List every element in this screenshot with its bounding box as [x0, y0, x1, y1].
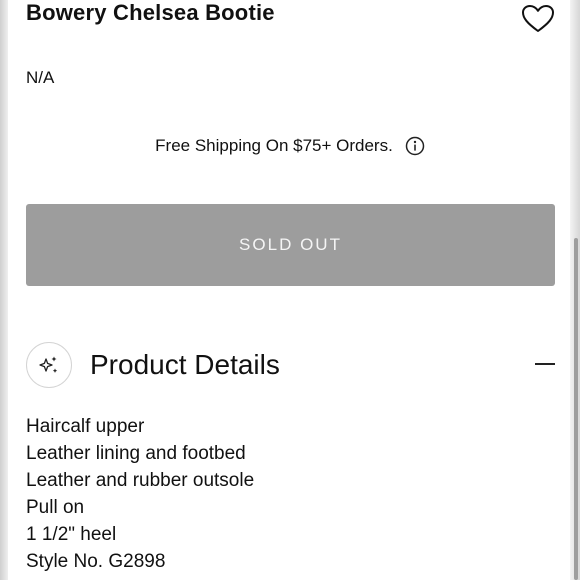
sold-out-button[interactable]: SOLD OUT [26, 204, 555, 286]
product-price: N/A [26, 68, 55, 87]
shipping-notice: Free Shipping On $75+ Orders. [0, 136, 580, 156]
product-title: Bowery Chelsea Bootie [26, 0, 275, 25]
list-item: 1 1/2" heel [26, 524, 117, 545]
product-page: Bowery Chelsea Bootie N/A Free Shipping … [0, 0, 580, 580]
details-icon-badge [26, 342, 72, 388]
details-list: Haircalf upper Leather lining and footbe… [26, 413, 254, 575]
left-edge-shadow [0, 0, 8, 580]
minus-icon[interactable] [535, 363, 555, 365]
info-icon[interactable] [405, 136, 425, 156]
shipping-text: Free Shipping On $75+ Orders. [155, 136, 393, 155]
list-item: Leather lining and footbed [26, 443, 246, 464]
scrollbar[interactable] [574, 238, 578, 580]
heart-icon [522, 5, 554, 32]
product-details-toggle[interactable]: Product Details [26, 340, 555, 390]
list-item: Pull on [26, 497, 85, 518]
sparkle-icon [39, 356, 58, 373]
details-heading: Product Details [90, 349, 280, 380]
wishlist-button[interactable] [520, 2, 556, 36]
list-item: Style No. G2898 [26, 551, 166, 572]
list-item: Leather and rubber outsole [26, 470, 255, 491]
list-item: Haircalf upper [26, 416, 145, 437]
